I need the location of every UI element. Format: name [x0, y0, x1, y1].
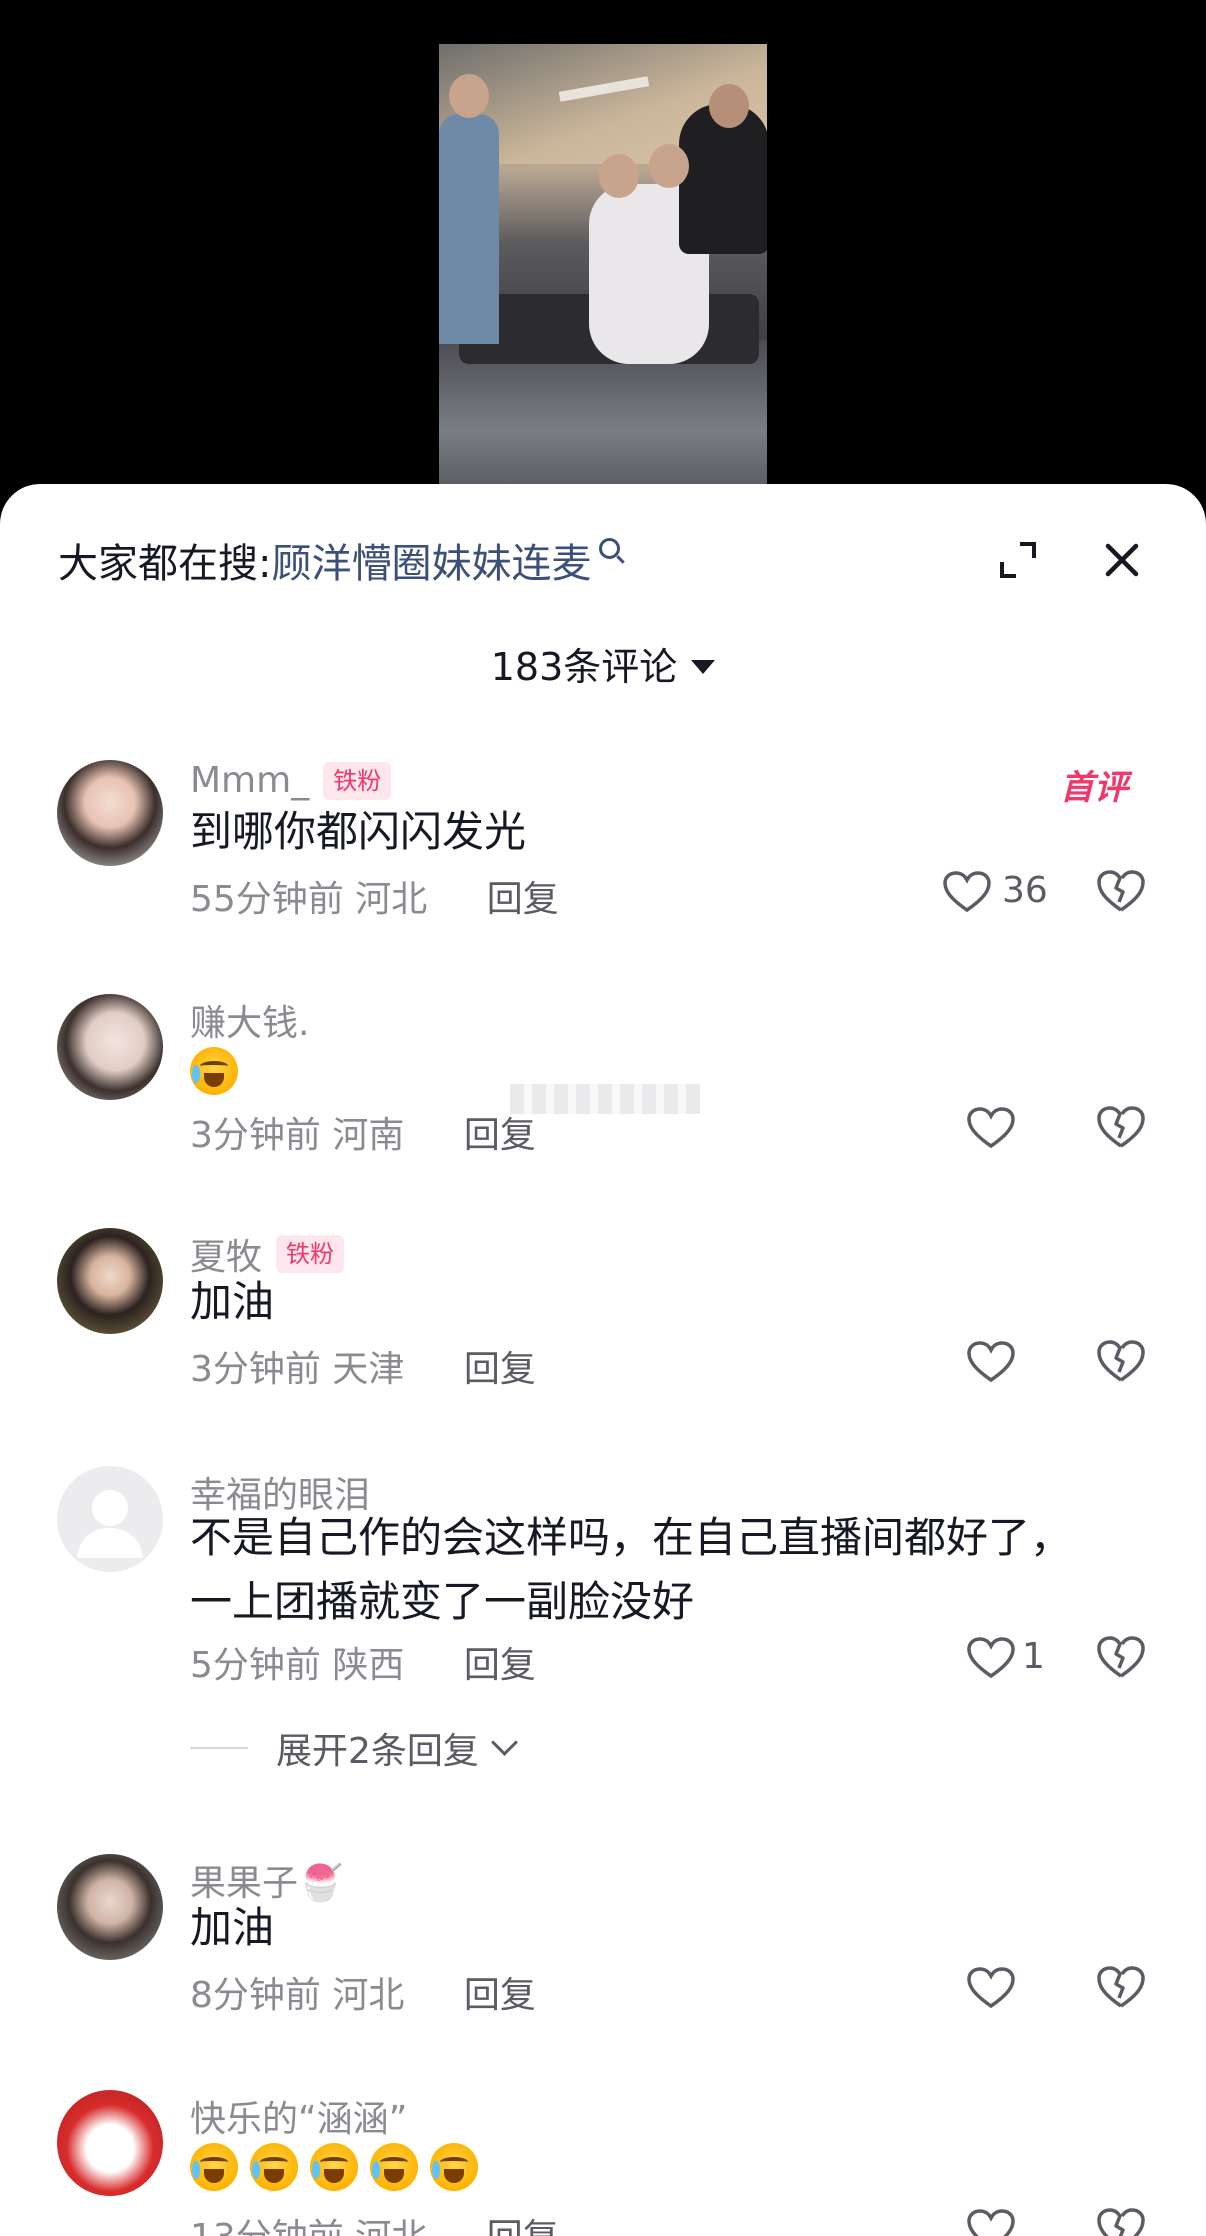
comment-username[interactable]: Mmm_	[190, 760, 309, 801]
crying-emoji-icon	[250, 2142, 298, 2191]
crying-emoji-icon	[190, 2142, 238, 2191]
chevron-down-icon	[490, 1728, 518, 1756]
video-person-head	[709, 84, 749, 128]
divider-line	[190, 1747, 248, 1749]
comment-text: 到哪你都闪闪发光	[190, 807, 527, 856]
reply-button[interactable]: 回复	[464, 1349, 536, 1390]
comment-count-toggle[interactable]: 183条评论	[0, 636, 1206, 691]
avatar[interactable]	[57, 2090, 163, 2196]
comment-time: 5分钟前	[190, 1645, 321, 1686]
comment-location: 河北	[355, 879, 428, 920]
comment-location: 河北	[355, 2217, 427, 2236]
heart-icon[interactable]	[966, 1340, 1016, 1384]
trending-search-term[interactable]: 顾洋懵圈妹妹连麦	[271, 531, 591, 589]
comment-time: 3分钟前	[190, 1115, 321, 1156]
video-thumbnail[interactable]	[439, 44, 767, 490]
broken-heart-icon[interactable]	[1096, 1634, 1146, 1680]
broken-heart-icon[interactable]	[1096, 1964, 1146, 2010]
expand-icon	[1000, 542, 1036, 578]
avatar[interactable]	[57, 1228, 163, 1334]
like-count: 36	[1002, 870, 1048, 911]
comment-meta: 3分钟前 天津 回复	[190, 1340, 536, 1392]
close-icon	[1105, 543, 1139, 577]
crying-emoji-icon	[190, 1046, 238, 1095]
comment-username-row: Mmm_ 铁粉	[190, 760, 392, 801]
comment-location: 河北	[332, 1975, 405, 2016]
comment-location: 河南	[332, 1115, 405, 1156]
first-comment-tag: 首评	[1060, 760, 1128, 809]
comment-time: 3分钟前	[190, 1349, 321, 1390]
comment-time: 13分钟前	[190, 2217, 344, 2236]
trending-search-prefix: 大家都在搜:	[58, 541, 272, 587]
reply-button[interactable]: 回复	[487, 2217, 559, 2236]
comment-sheet: 大家都在搜: 顾洋懵圈妹妹连麦 183条评论 Mmm_ 铁粉 首评 到哪你都闪闪…	[0, 484, 1206, 2236]
crying-emoji-icon	[310, 2142, 358, 2191]
comment-time: 55分钟前	[190, 879, 344, 920]
avatar[interactable]	[57, 994, 163, 1100]
video-player[interactable]	[0, 0, 1206, 490]
comment-text-line: 一上团播就变了一副脸没好	[190, 1577, 695, 1626]
video-person-head	[649, 144, 689, 188]
comment-text-line: 不是自己作的会这样吗，在自己直播间都好了，	[190, 1513, 1073, 1562]
default-avatar-icon	[77, 1490, 143, 1558]
comment-meta: 13分钟前 河北 回复	[190, 2208, 559, 2236]
comment-meta: 55分钟前 河北 回复	[190, 870, 559, 922]
reply-button[interactable]: 回复	[487, 879, 559, 920]
avatar[interactable]	[57, 760, 163, 866]
redacted-overlay	[510, 1084, 700, 1114]
expand-replies-label: 展开2条回复	[276, 1731, 479, 1772]
comment-text: 不是自己作的会这样吗，在自己直播间都好了， 一上团播就变了一副脸没好	[190, 1506, 1072, 1634]
heart-icon[interactable]	[966, 1636, 1016, 1680]
heart-icon[interactable]	[942, 870, 992, 914]
video-person-head	[449, 74, 489, 118]
video-person	[439, 114, 499, 344]
close-button[interactable]	[1098, 536, 1146, 584]
crying-emoji-icon	[430, 2142, 478, 2191]
expand-replies-button[interactable]: 展开2条回复	[190, 1722, 518, 1774]
comment-meta: 5分钟前 陕西 回复	[190, 1636, 536, 1688]
comment-count: 183条评论	[490, 645, 678, 689]
broken-heart-icon[interactable]	[1096, 1338, 1146, 1384]
first-comment-label: 首评	[1060, 768, 1128, 808]
comment-time: 8分钟前	[190, 1975, 321, 2016]
reply-button[interactable]: 回复	[464, 1115, 536, 1156]
expand-button[interactable]	[994, 536, 1042, 584]
comment-meta: 8分钟前 河北 回复	[190, 1966, 536, 2018]
broken-heart-icon[interactable]	[1096, 868, 1146, 914]
search-icon	[599, 537, 621, 559]
reply-button[interactable]: 回复	[464, 1645, 536, 1686]
avatar[interactable]	[57, 1466, 163, 1572]
video-person-head	[599, 154, 639, 198]
heart-icon[interactable]	[966, 1966, 1016, 2010]
heart-icon[interactable]	[966, 2208, 1016, 2236]
like-count: 1	[1022, 1636, 1045, 1677]
caret-down-icon	[691, 659, 716, 674]
avatar[interactable]	[57, 1854, 163, 1960]
crying-emoji-icon	[370, 2142, 418, 2191]
broken-heart-icon[interactable]	[1096, 2206, 1146, 2236]
fan-badge: 铁粉	[276, 1235, 345, 1273]
heart-icon[interactable]	[966, 1106, 1016, 1150]
comment-text: 加油	[190, 1903, 275, 1952]
comment-meta: 3分钟前 河南 回复	[190, 1106, 536, 1158]
broken-heart-icon[interactable]	[1096, 1104, 1146, 1150]
comment-location: 天津	[332, 1349, 405, 1390]
fan-badge: 铁粉	[323, 761, 392, 800]
comment-emoji-row	[190, 2132, 490, 2196]
comment-location: 陕西	[332, 1645, 405, 1686]
comment-emoji-row	[190, 1036, 250, 1100]
reply-button[interactable]: 回复	[464, 1975, 536, 2016]
trending-search[interactable]: 大家都在搜: 顾洋懵圈妹妹连麦	[58, 530, 621, 590]
comment-text: 加油	[190, 1277, 275, 1326]
